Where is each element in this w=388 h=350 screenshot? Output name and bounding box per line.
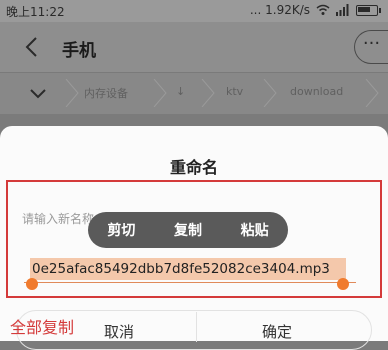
cancel-button[interactable]: 取消 xyxy=(104,321,134,342)
more-icon[interactable]: ··· xyxy=(354,30,388,64)
breadcrumb-item-storage[interactable]: 内存设备 xyxy=(84,85,128,101)
breadcrumb-separator-icon xyxy=(201,79,215,107)
input-underline xyxy=(24,282,356,283)
dimmed-overlay xyxy=(0,114,388,126)
status-time: 晚上11:22 xyxy=(6,5,65,19)
page-title: 手机 xyxy=(62,41,96,61)
breadcrumb: 内存设备 ↓ ktv download xyxy=(0,72,388,116)
status-indicators: ... 1.92K/s xyxy=(249,3,381,17)
dialog-title: 重命名 xyxy=(169,158,218,177)
annotation-label: 全部复制 xyxy=(10,318,75,337)
breadcrumb-separator-icon xyxy=(153,79,167,107)
cut-menu-item[interactable]: 剪切 xyxy=(99,220,143,240)
selection-handle-start[interactable] xyxy=(26,278,38,290)
copy-menu-item[interactable]: 复制 xyxy=(166,220,210,240)
rename-field-label: 请输入新名称 xyxy=(22,212,95,226)
breadcrumb-separator-icon xyxy=(263,79,277,107)
paste-menu-item[interactable]: 粘贴 xyxy=(233,220,277,240)
filename-input[interactable]: 0e25afac85492dbb7d8fe52082ce3404.mp3 xyxy=(30,258,346,280)
breadcrumb-separator-icon xyxy=(365,79,379,107)
breadcrumb-item-down[interactable]: ↓ xyxy=(176,85,185,98)
status-bar: 晚上11:22 ... 1.92K/s xyxy=(0,0,388,22)
network-speed: ... 1.92K/s xyxy=(249,3,310,17)
battery-icon xyxy=(356,4,381,16)
chevron-down-icon[interactable] xyxy=(28,83,48,103)
back-arrow-icon[interactable] xyxy=(20,34,46,60)
app-titlebar: 手机 ··· xyxy=(0,22,388,72)
rename-dialog: 重命名 请输入新名称 剪切 复制 粘贴 0e25afac85492dbb7d8f… xyxy=(0,126,388,350)
wifi-icon xyxy=(316,4,330,15)
signal-icon xyxy=(336,4,349,16)
breadcrumb-item-download[interactable]: download xyxy=(290,85,343,98)
breadcrumb-item-ktv[interactable]: ktv xyxy=(226,85,243,98)
confirm-button[interactable]: 确定 xyxy=(262,321,292,342)
text-context-menu: 剪切 复制 粘贴 xyxy=(88,212,288,248)
selection-handle-end[interactable] xyxy=(337,278,349,290)
button-divider xyxy=(196,312,197,342)
